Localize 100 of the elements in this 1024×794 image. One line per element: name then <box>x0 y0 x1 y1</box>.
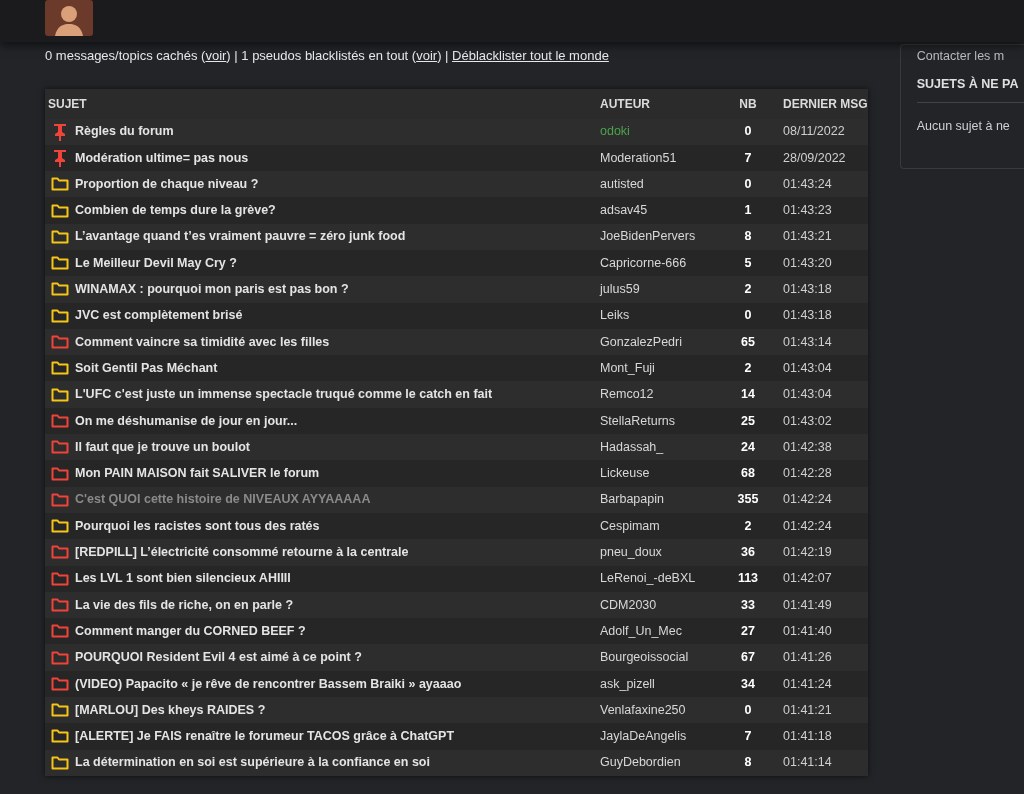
last-message-time: 01:43:20 <box>782 254 832 272</box>
last-message-time: 01:42:38 <box>782 438 832 456</box>
topic-link[interactable]: Il faut que je trouve un boulot <box>75 437 250 457</box>
author-link[interactable]: GuyDebordien <box>600 753 720 773</box>
author-link[interactable]: CDM2030 <box>600 595 720 615</box>
last-message-time: 01:43:18 <box>782 307 832 325</box>
author-link[interactable]: Leiks <box>600 306 720 326</box>
author-link[interactable]: Remco12 <box>600 385 720 404</box>
folder-icon <box>51 229 69 244</box>
last-message-time: 01:41:40 <box>782 622 832 640</box>
last-message-time: 08/11/2022 <box>782 123 845 141</box>
folder-icon <box>51 545 69 560</box>
author-link[interactable]: LeRenoi_-deBXL <box>600 569 720 589</box>
author-link[interactable]: Mont_Fuji <box>600 358 720 378</box>
topic-link[interactable]: L’avantage quand t’es vraiment pauvre = zéro junk food <box>75 227 406 247</box>
topic-link[interactable]: Proportion de chaque niveau ? <box>75 174 259 194</box>
folder-icon <box>51 466 69 481</box>
author-link[interactable]: Bourgeoissocial <box>600 648 720 667</box>
folder-icon <box>51 492 69 507</box>
last-message-time: 01:41:49 <box>782 596 832 614</box>
last-message-time: 01:41:21 <box>782 701 832 719</box>
topic-link[interactable]: Soit Gentil Pas Méchant <box>75 358 218 378</box>
author-link[interactable]: Hadassah_ <box>600 437 720 457</box>
topic-link[interactable]: C'est QUOI cette histoire de NIVEAUX AYYAAAAA <box>75 490 371 510</box>
reply-count: 0 <box>743 701 753 719</box>
topic-link[interactable]: On me déshumanise de jour en jour... <box>75 411 298 431</box>
reply-count: 0 <box>743 123 753 141</box>
contact-link[interactable]: Contacter les m <box>916 49 1024 63</box>
avatar-icon <box>45 0 93 36</box>
topic-link[interactable]: JVC est complètement brisé <box>75 306 243 326</box>
author-link[interactable]: StellaReturns <box>600 411 720 431</box>
topic-link[interactable]: (VIDEO) Papacito « je rêve de rencontrer Bassem Braiki » ayaaao <box>75 674 462 694</box>
author-link[interactable]: Lickeuse <box>600 464 720 483</box>
last-message-time: 01:42:19 <box>782 544 832 561</box>
last-message-time: 01:43:23 <box>782 202 832 220</box>
reply-count: 0 <box>743 175 753 193</box>
author-link[interactable]: JaylaDeAngelis <box>600 727 720 746</box>
topic-link[interactable]: L'UFC c'est juste un immense spectacle truqué comme le catch en fait <box>75 385 493 404</box>
reply-count: 2 <box>743 281 753 299</box>
hidden-topics-info: 0 messages/topics cachés (voir) | 1 pseudos blacklistés en tout (voir) | Déblacklister tout le monde <box>45 47 610 65</box>
topic-link[interactable]: Règles du forum <box>75 122 174 141</box>
topic-link[interactable]: Comment vaincre sa timidité avec les filles <box>75 332 330 352</box>
topic-link[interactable]: Les LVL 1 sont bien silencieux AHIIII <box>75 569 291 589</box>
topic-link[interactable]: POURQUOI Resident Evil 4 est aimé à ce point ? <box>75 648 362 667</box>
author-link[interactable]: ask_pizell <box>600 674 720 694</box>
author-link[interactable]: Cespimam <box>600 516 720 536</box>
reply-count: 65 <box>740 333 756 351</box>
folder-icon <box>51 440 69 455</box>
author-link[interactable]: pneu_doux <box>600 543 720 562</box>
author-link[interactable]: Venlafaxine250 <box>600 700 720 720</box>
topic-link[interactable]: Mon PAIN MAISON fait SALIVER le forum <box>75 464 320 483</box>
topic-link[interactable]: Modération ultime= pas nous <box>75 148 249 168</box>
topic-link[interactable]: [MARLOU] Des kheys RAIDES ? <box>75 700 266 720</box>
folder-icon <box>51 676 69 691</box>
info-link[interactable]: voir <box>416 48 438 63</box>
author-link[interactable]: julus59 <box>600 280 720 299</box>
reply-count: 7 <box>743 149 753 167</box>
reply-count: 7 <box>743 728 753 746</box>
topic-link[interactable]: WINAMAX : pourquoi mon paris est pas bon ? <box>75 280 349 299</box>
folder-icon <box>51 624 69 639</box>
author-link[interactable]: Adolf_Un_Mec <box>600 621 720 641</box>
column-header: AUTEUR <box>600 95 651 113</box>
sidebar-title: SUJETS À NE PA <box>916 75 1024 103</box>
last-message-time: 01:43:18 <box>782 281 832 299</box>
topic-link[interactable]: Le Meilleur Devil May Cry ? <box>75 253 237 273</box>
author-link[interactable]: adsav45 <box>600 201 720 220</box>
author-link[interactable]: autisted <box>600 174 720 194</box>
folder-icon <box>51 335 69 349</box>
reply-count: 36 <box>740 544 756 561</box>
folder-icon <box>51 177 69 192</box>
author-link[interactable]: Barbapapin <box>600 490 720 510</box>
topic-link[interactable]: [ALERTE] Je FAIS renaître le forumeur TACOS grâce à ChatGPT <box>75 727 455 746</box>
topic-link[interactable]: Comment manger du CORNED BEEF ? <box>75 621 306 641</box>
topic-link[interactable]: La détermination en soi est supérieure à la confiance en soi <box>75 753 430 773</box>
author-link[interactable]: JoeBidenPervers <box>600 227 720 247</box>
topic-link[interactable]: Combien de temps dure la grève? <box>75 201 276 220</box>
reply-count: 355 <box>736 491 760 509</box>
info-link[interactable]: Déblacklister tout le monde <box>452 48 609 63</box>
column-header: SUJET <box>47 95 88 113</box>
reply-count: 14 <box>740 386 756 404</box>
folder-icon <box>51 282 69 297</box>
topic-link[interactable]: La vie des fils de riche, on en parle ? <box>75 595 294 615</box>
last-message-time: 01:42:28 <box>782 465 832 483</box>
topic-link[interactable]: [REDPILL] L’électricité consommé retourne à la centrale <box>75 543 409 562</box>
last-message-time: 01:42:24 <box>782 517 832 535</box>
folder-icon <box>51 361 69 376</box>
reply-count: 2 <box>743 517 753 535</box>
author-link[interactable]: GonzalezPedri <box>600 332 720 352</box>
reply-count: 8 <box>743 228 753 246</box>
author-link[interactable]: Moderation51 <box>600 148 720 168</box>
folder-icon <box>51 571 69 586</box>
author-link[interactable]: odoki <box>600 122 720 141</box>
last-message-time: 01:41:18 <box>782 728 832 746</box>
topic-link[interactable]: Pourquoi les racistes sont tous des ratés <box>75 516 320 536</box>
folder-icon <box>51 598 69 612</box>
folder-icon <box>51 308 69 323</box>
author-link[interactable]: Capricorne-666 <box>600 253 720 273</box>
reply-count: 2 <box>743 359 753 377</box>
reply-count: 27 <box>740 622 756 640</box>
reply-count: 1 <box>743 202 753 220</box>
